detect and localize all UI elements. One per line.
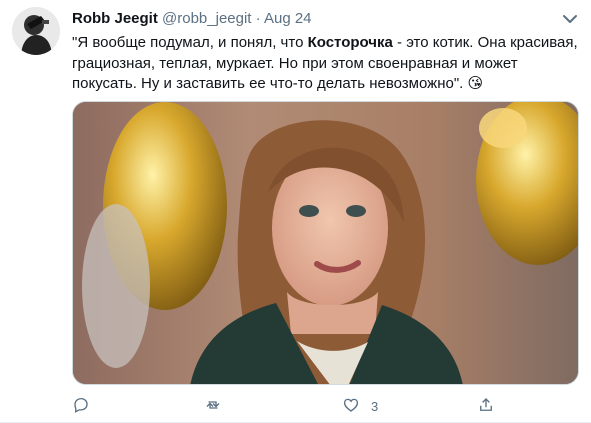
retweet-button[interactable] xyxy=(204,395,222,417)
author-name[interactable]: Robb Jeegit xyxy=(72,10,158,27)
tweet-date[interactable]: Aug 24 xyxy=(264,10,312,27)
share-icon[interactable] xyxy=(477,396,495,417)
reply-button[interactable] xyxy=(72,395,90,417)
tweet: Robb Jeegit @robb_jeegit · Aug 24 "Я воо… xyxy=(0,0,591,423)
like-icon[interactable] xyxy=(342,396,360,417)
share-button[interactable] xyxy=(477,395,495,417)
tweet-actions: 3 xyxy=(72,395,577,419)
tweet-text-before: "Я вообще подумал, и понял, что xyxy=(72,34,308,51)
more-caret-icon[interactable] xyxy=(556,10,584,28)
retweet-icon[interactable] xyxy=(204,396,222,417)
meta-separator: · xyxy=(255,10,261,27)
tweet-text-bold: Косторочка xyxy=(307,34,393,51)
like-count: 3 xyxy=(371,398,379,414)
reply-icon[interactable] xyxy=(72,396,90,417)
author-handle[interactable]: @robb_jeegit xyxy=(162,10,251,27)
like-button[interactable]: 3 xyxy=(342,395,378,417)
avatar[interactable] xyxy=(12,7,60,55)
tweet-text: "Я вообще подумал, и понял, что Костороч… xyxy=(72,33,580,95)
tweet-photo[interactable] xyxy=(72,101,579,385)
tweet-header: Robb Jeegit @robb_jeegit · Aug 24 xyxy=(72,9,577,29)
photo-image xyxy=(73,102,578,384)
avatar-image xyxy=(12,7,60,55)
